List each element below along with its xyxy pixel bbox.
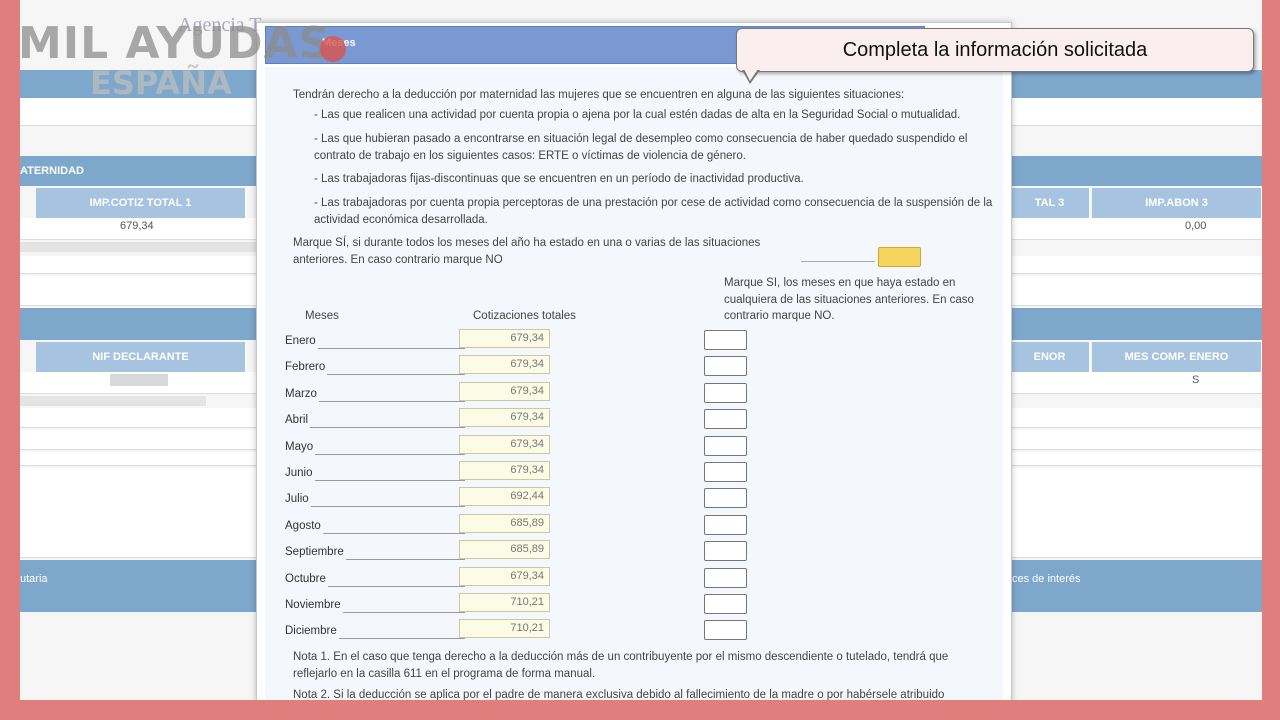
month-leader-line [346, 559, 465, 561]
cotizacion-field-abril[interactable]: 679,34 [459, 408, 550, 428]
month-label-junio: Junio [285, 467, 465, 483]
month-leader-line [328, 585, 465, 587]
month-name: Julio [285, 493, 309, 506]
section-title: ATERNIDAD [20, 165, 84, 177]
month-leader-line [319, 400, 465, 402]
month-si-field-abril[interactable] [704, 409, 747, 430]
month-label-octubre: Octubre [285, 573, 465, 589]
month-name: Abril [285, 414, 309, 427]
footer-link-left[interactable]: utaria [20, 573, 48, 585]
month-leader-line [339, 638, 465, 640]
month-leader-line [315, 480, 465, 481]
logo-line2: ESPAÑA [90, 64, 232, 102]
month-name: Noviembre [285, 599, 341, 611]
blurred-nif [110, 374, 168, 386]
month-label-mayo: Mayo [285, 441, 465, 457]
month-si-field-julio[interactable] [704, 488, 747, 509]
month-label-diciembre: Diciembre [285, 625, 465, 641]
col-header-tal3: TAL 3 [1010, 188, 1090, 218]
month-leader-line [318, 348, 465, 349]
logo-line1: MIL AYUDAS [18, 18, 332, 69]
col-months-header: Meses [305, 310, 339, 322]
instruction-tooltip: Completa la información solicitada [736, 28, 1254, 72]
cotizacion-field-agosto[interactable]: 685,89 [459, 513, 550, 533]
col-header-enor: ENOR [1010, 342, 1090, 372]
bg-value-abon: 0,00 [1185, 220, 1207, 232]
month-name: Mayo [285, 440, 314, 453]
month-label-abril: Abril [285, 414, 465, 430]
month-name: Diciembre [285, 625, 337, 638]
month-label-febrero: Febrero [285, 361, 465, 377]
month-si-field-noviembre[interactable] [704, 594, 747, 614]
month-leader-line [327, 374, 465, 376]
month-leader-line [311, 506, 465, 508]
col-header-mes-comp: MES COMP. ENERO [1092, 342, 1262, 372]
month-leader-line [343, 612, 465, 613]
cotizacion-field-enero[interactable]: 679,34 [459, 329, 550, 348]
cotizacion-field-octubre[interactable]: 679,34 [459, 566, 550, 586]
month-si-field-agosto[interactable] [704, 514, 747, 535]
yes-no-field[interactable] [878, 247, 921, 267]
cotizacion-field-diciembre[interactable]: 710,21 [459, 619, 550, 639]
bg-value-cotiz: 679,34 [120, 220, 154, 232]
situation-3: - Las trabajadoras fijas-discontinuas qu… [314, 173, 804, 185]
logo-dot-icon [320, 36, 346, 62]
month-si-field-febrero[interactable] [704, 356, 747, 377]
col-cotizaciones-header: Cotizaciones totales [473, 310, 576, 322]
month-si-field-septiembre[interactable] [704, 541, 747, 562]
month-label-agosto: Agosto [285, 520, 465, 536]
cotizacion-field-febrero[interactable]: 679,34 [459, 355, 550, 375]
month-name: Febrero [285, 361, 326, 374]
bg-grey-bar [20, 242, 256, 252]
month-name: Marzo [285, 387, 317, 400]
cotizacion-field-septiembre[interactable]: 685,89 [459, 540, 550, 560]
col-header-imp-cotiz: IMP.COTIZ TOTAL 1 [36, 188, 246, 218]
month-si-field-enero[interactable] [704, 330, 747, 350]
month-si-field-mayo[interactable] [704, 435, 747, 456]
modal-body: Tendrán derecho a la deducción por mater… [265, 67, 1003, 700]
month-label-julio: Julio [285, 493, 465, 509]
nota-1: Nota 1. En el caso que tenga derecho a l… [293, 651, 949, 680]
month-name: Octubre [285, 572, 326, 585]
month-name: Agosto [285, 519, 321, 532]
nota-2: Nota 2. Si la deducción se aplica por el… [293, 689, 945, 700]
situation-4: - Las trabajadoras por cuenta propia per… [314, 197, 993, 226]
tooltip-tail-fill [744, 69, 758, 81]
intro-text: Tendrán derecho a la deducción por mater… [293, 89, 905, 101]
months-modal: Meses Tendrán derecho a la deducción por… [256, 22, 1012, 700]
cotizacion-field-julio[interactable]: 692,44 [459, 487, 550, 507]
col-header-nif: NIF DECLARANTE [36, 342, 246, 372]
cotizacion-field-noviembre[interactable]: 710,21 [459, 593, 550, 612]
month-name: Junio [285, 467, 313, 479]
month-si-field-octubre[interactable] [704, 567, 747, 588]
month-si-field-marzo[interactable] [704, 382, 747, 403]
situation-2: - Las que hubieran pasado a encontrarse … [314, 133, 968, 162]
question-leader [801, 261, 875, 262]
month-leader-line [323, 532, 465, 534]
month-label-marzo: Marzo [285, 388, 465, 404]
screen: ATERNIDAD IMP.COTIZ TOTAL 1 TAL 3 IMP.AB… [20, 0, 1262, 700]
month-si-field-junio[interactable] [704, 462, 747, 482]
question-text: Marque SÍ, si durante todos los meses de… [293, 237, 761, 266]
footer-link-right[interactable]: ces de interés [1012, 573, 1080, 585]
month-name: Septiembre [285, 546, 344, 559]
month-label-noviembre: Noviembre [285, 599, 465, 615]
situation-1: - Las que realicen una actividad por cue… [314, 109, 961, 121]
cotizacion-field-junio[interactable]: 679,34 [459, 461, 550, 480]
milayudas-logo: MIL AYUDAS ESPAÑA [18, 22, 348, 104]
bg-grey-bar [20, 396, 206, 406]
month-leader-line [315, 453, 465, 455]
cotizacion-field-marzo[interactable]: 679,34 [459, 381, 550, 401]
month-label-septiembre: Septiembre [285, 546, 465, 562]
col-marque-header: Marque SI, los meses en que haya estado … [724, 277, 974, 322]
cotizacion-field-mayo[interactable]: 679,34 [459, 434, 550, 454]
col-header-imp-abon3: IMP.ABON 3 [1092, 188, 1262, 218]
month-name: Enero [285, 335, 316, 347]
month-label-enero: Enero [285, 335, 465, 351]
month-si-field-diciembre[interactable] [704, 620, 747, 641]
bg-value-mes: S [1192, 374, 1200, 386]
month-leader-line [310, 427, 465, 429]
